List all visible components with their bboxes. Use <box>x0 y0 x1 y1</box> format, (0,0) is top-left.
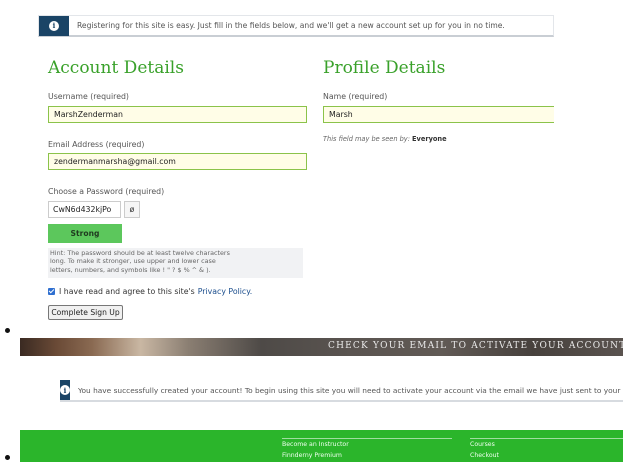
privacy-checkbox[interactable] <box>48 288 55 295</box>
password-label: Choose a Password (required) <box>48 187 165 196</box>
info-icon: i <box>49 20 59 31</box>
privacy-agreement: I have read and agree to this site's Pri… <box>48 287 252 296</box>
profile-details-title: Profile Details <box>323 58 446 78</box>
registration-notice: i Registering for this site is easy. Jus… <box>38 15 554 37</box>
field-visibility-note: This field may be seen by: Everyone <box>323 135 447 143</box>
success-notice-text: You have successfully created your accou… <box>78 385 623 395</box>
password-hint-line: long. To make it stronger, use upper and… <box>50 257 216 266</box>
activation-hero-banner: CHECK YOUR EMAIL TO ACTIVATE YOUR ACCOUN… <box>20 338 623 356</box>
field-visibility-prefix: This field may be seen by: <box>323 135 410 143</box>
name-label: Name (required) <box>323 92 388 101</box>
privacy-agreement-text: I have read and agree to this site's <box>59 287 195 296</box>
footer-link-checkout[interactable]: Checkout <box>470 452 499 459</box>
footer-link-courses[interactable]: Courses <box>470 441 495 448</box>
complete-signup-button[interactable]: Complete Sign Up <box>48 305 123 320</box>
email-label: Email Address (required) <box>48 140 145 149</box>
field-visibility-value[interactable]: Everyone <box>412 135 447 143</box>
footer-link-become-instructor[interactable]: Become an Instructor <box>282 441 349 448</box>
password-visibility-toggle[interactable]: ø <box>124 201 140 218</box>
name-input[interactable]: Marsh <box>323 106 554 123</box>
footer-divider <box>470 438 623 439</box>
notice-icon-box: i <box>60 380 70 400</box>
footer-divider <box>282 438 452 439</box>
password-strength-indicator: Strong <box>48 224 122 243</box>
password-hint: Hint: The password should be at least tw… <box>48 248 303 278</box>
site-footer: Become an Instructor Finnderny Premium C… <box>20 430 623 462</box>
info-icon: i <box>60 385 70 395</box>
registration-notice-text: Registering for this site is easy. Just … <box>77 21 505 30</box>
eye-slash-icon: ø <box>129 205 135 214</box>
activation-hero-text: CHECK YOUR EMAIL TO ACTIVATE YOUR ACCOUN… <box>328 341 623 351</box>
username-input[interactable]: MarshZenderman <box>48 106 307 123</box>
password-hint-line: letters, numbers, and symbols like ! " ?… <box>50 265 211 274</box>
password-hint-line: Hint: The password should be at least tw… <box>50 249 230 257</box>
notice-icon-box: i <box>39 15 69 36</box>
list-bullet <box>5 455 10 460</box>
password-input[interactable]: CwN6d432kjPo <box>48 201 121 218</box>
email-input[interactable]: zendermanmarsha@gmail.com <box>48 153 307 170</box>
success-notice: i You have successfully created your acc… <box>60 380 623 402</box>
footer-link-premium[interactable]: Finnderny Premium <box>282 452 342 459</box>
username-label: Username (required) <box>48 92 129 101</box>
privacy-policy-link[interactable]: Privacy Policy. <box>198 287 253 296</box>
list-bullet <box>5 328 10 333</box>
account-details-title: Account Details <box>48 58 184 78</box>
